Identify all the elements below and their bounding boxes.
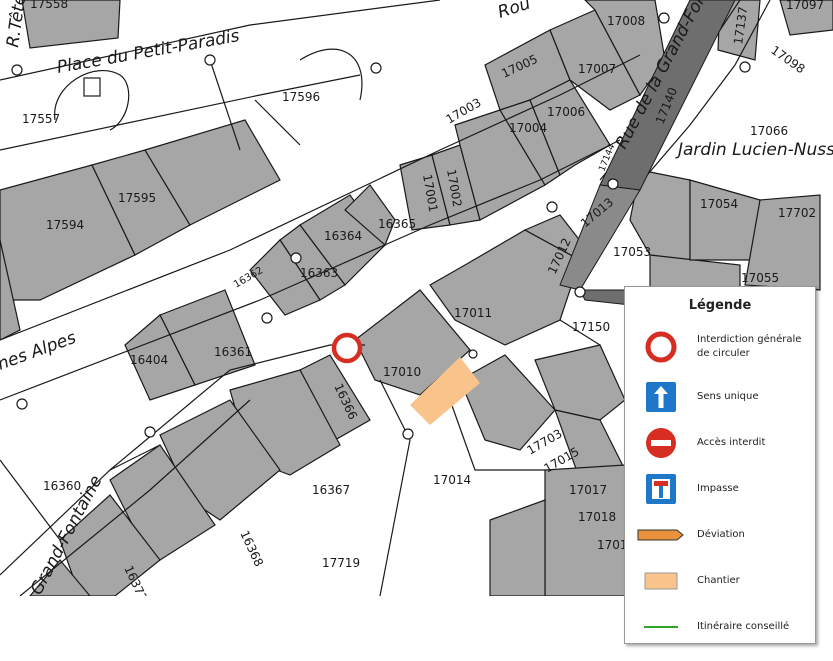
legend-panel: Légende Interdiction générale de circule… bbox=[624, 286, 816, 644]
legend-label: Itinéraire conseillé bbox=[697, 621, 790, 632]
legend-item-deviation: Déviation bbox=[625, 515, 815, 555]
legend-label: Sens unique bbox=[697, 391, 759, 402]
acces-interdit-icon bbox=[625, 426, 697, 460]
legend-item-chantier: Chantier bbox=[625, 561, 815, 601]
legend-label: Déviation bbox=[697, 529, 745, 540]
legend-item-sens-unique: Sens unique bbox=[625, 377, 815, 417]
parcel-17066: 17066 bbox=[750, 124, 788, 138]
parcel-16364: 16364 bbox=[324, 229, 362, 243]
legend-item-acces-interdit: Accès interdit bbox=[625, 423, 815, 463]
legend-label: Impasse bbox=[697, 483, 739, 494]
parcel-17004: 17004 bbox=[509, 121, 547, 135]
deviation-icon bbox=[625, 527, 697, 543]
parcel-17557: 17557 bbox=[22, 112, 60, 126]
parcel-17053: 17053 bbox=[613, 245, 651, 259]
parcel-17055: 17055 bbox=[741, 271, 779, 285]
chantier-icon bbox=[625, 572, 697, 590]
parcel-16365: 16365 bbox=[378, 217, 416, 231]
parcel-16404: 16404 bbox=[130, 353, 168, 367]
parcel-17594: 17594 bbox=[46, 218, 84, 232]
parcel-17097: 17097 bbox=[786, 0, 824, 12]
impasse-icon bbox=[625, 473, 697, 505]
parcel-17014: 17014 bbox=[433, 473, 471, 487]
parcel-17558: 17558 bbox=[30, 0, 68, 11]
parcel-17017: 17017 bbox=[569, 483, 607, 497]
parcel-17595: 17595 bbox=[118, 191, 156, 205]
parcel-17054: 17054 bbox=[700, 197, 738, 211]
parcel-17098: 17098 bbox=[768, 43, 807, 76]
street-route: Rou bbox=[495, 0, 533, 23]
sens-unique-icon bbox=[625, 381, 697, 413]
legend-item-impasse: Impasse bbox=[625, 469, 815, 509]
parcel-16360: 16360 bbox=[43, 479, 81, 493]
parcel-17702: 17702 bbox=[778, 206, 816, 220]
parcel-17150: 17150 bbox=[572, 320, 610, 334]
building-17054 bbox=[689, 179, 761, 261]
legend-item-itineraire: Itinéraire conseillé bbox=[625, 607, 815, 647]
street-jardin: Jardin Lucien-Nussbaumer bbox=[675, 140, 833, 160]
parcel-16368: 16368 bbox=[237, 528, 266, 569]
legend-label: Interdiction générale de circuler bbox=[697, 334, 802, 359]
legend-title: Légende bbox=[688, 298, 752, 313]
interdiction-generale-icon bbox=[625, 330, 697, 364]
parcel-16363: 16363 bbox=[300, 266, 338, 280]
parcel-16367: 16367 bbox=[312, 483, 350, 497]
parcel-17010: 17010 bbox=[383, 365, 421, 379]
street-r-tete: R.Tête bbox=[3, 0, 30, 49]
legend-label: Accès interdit bbox=[697, 437, 766, 448]
parcel-1701x: 1701 bbox=[597, 538, 628, 552]
parcel-17018: 17018 bbox=[578, 510, 616, 524]
parcel-17719: 17719 bbox=[322, 556, 360, 570]
parcel-16361: 16361 bbox=[214, 345, 252, 359]
parcel-17006: 17006 bbox=[547, 105, 585, 119]
parcel-17007: 17007 bbox=[578, 62, 616, 76]
legend-label: Chantier bbox=[697, 575, 740, 586]
parcel-17596: 17596 bbox=[282, 90, 320, 104]
parcel-17011: 17011 bbox=[454, 306, 492, 320]
legend-item-interdiction: Interdiction générale de circuler bbox=[625, 327, 815, 367]
itineraire-conseille-icon bbox=[625, 624, 697, 630]
interdiction-marker[interactable] bbox=[331, 332, 363, 364]
parcel-17008: 17008 bbox=[607, 14, 645, 28]
